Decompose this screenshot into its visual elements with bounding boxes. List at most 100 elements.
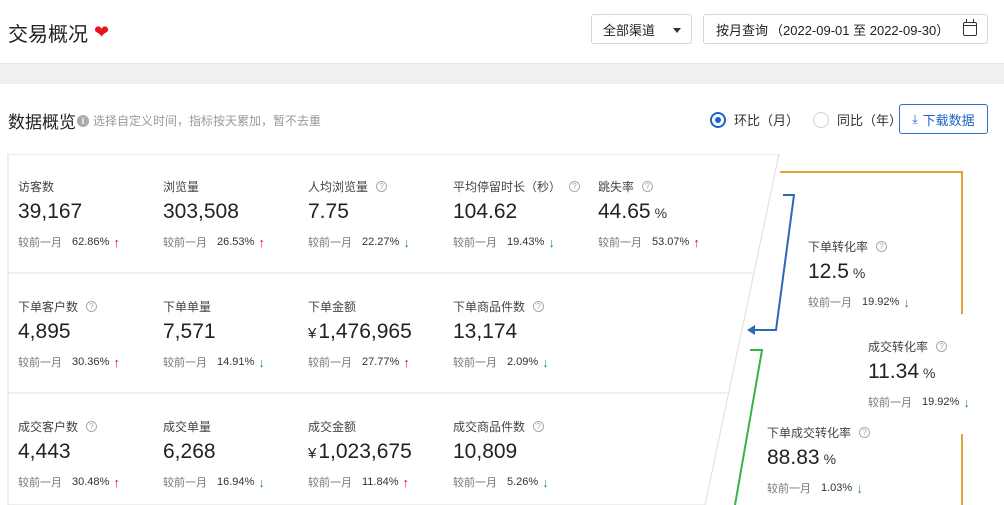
metric-label-text: 跳失率: [598, 179, 635, 194]
metric-label-text: 访客数: [18, 179, 55, 194]
compare-label: 较前一月: [308, 477, 352, 489]
metric-label: 下单单量: [163, 298, 303, 314]
metric-value-text: 88.83: [767, 446, 820, 469]
metric-value: 13,174: [453, 320, 593, 346]
metric-label: 下单转化率?: [808, 238, 938, 254]
metric-unit: %: [823, 451, 837, 467]
arrow-down-icon: ↓: [903, 294, 910, 310]
compare-label: 较前一月: [308, 237, 352, 249]
compare-label: 较前一月: [163, 477, 207, 489]
metric-label-text: 下单单量: [163, 299, 212, 314]
help-icon[interactable]: ?: [859, 426, 871, 438]
arrow-down-icon: ↓: [542, 474, 549, 490]
metric-card: 成交商品件数? 10,809 较前一月 5.26% ↓: [453, 418, 593, 490]
channel-select[interactable]: 全部渠道: [591, 14, 692, 44]
metric-label: 成交金额: [308, 418, 448, 434]
section-title: 数据概览: [8, 113, 76, 132]
metric-label-text: 下单成交转化率: [767, 425, 852, 440]
arrow-down-icon: ↓: [542, 354, 549, 370]
download-icon: ⤓: [912, 111, 918, 126]
compare-percent: 16.94%: [217, 476, 255, 488]
metric-value: 12.5%: [808, 260, 938, 286]
help-icon[interactable]: ?: [876, 240, 888, 252]
metric-card: 平均停留时长（秒）? 104.62 较前一月 19.43% ↓: [453, 178, 593, 250]
metric-label: 成交转化率?: [868, 338, 998, 354]
radio-yoy[interactable]: [813, 111, 830, 128]
compare-label: 较前一月: [18, 357, 62, 369]
compare-percent: 19.43%: [507, 236, 545, 248]
arrow-up-icon: ↑: [113, 474, 120, 490]
date-range-value: （2022-09-01 至 2022-09-30）: [770, 22, 950, 38]
help-icon[interactable]: ?: [533, 420, 545, 432]
metric-card: 下单商品件数? 13,174 较前一月 2.09% ↓: [453, 298, 593, 370]
metric-label: 成交单量: [163, 418, 303, 434]
metric-value-text: 4,443: [18, 440, 71, 463]
compare-label: 较前一月: [598, 237, 642, 249]
compare-percent: 62.86%: [72, 236, 110, 248]
compare-percent: 19.92%: [862, 296, 900, 308]
date-range-picker[interactable]: 按月查询 （2022-09-01 至 2022-09-30）: [703, 14, 988, 44]
help-icon[interactable]: ?: [642, 180, 654, 192]
arrow-down-icon: ↓: [963, 394, 970, 410]
metric-compare: 较前一月 1.03% ↓: [767, 480, 897, 496]
overview-panel: 数据概览 i 选择自定义时间，指标按天累加，暂不去重 环比（月） 同比（年） ⤓…: [0, 84, 1004, 505]
heart-icon[interactable]: ❤: [94, 22, 109, 43]
help-icon[interactable]: ?: [86, 420, 98, 432]
metric-value-text: 12.5: [808, 260, 849, 283]
metric-compare: 较前一月 62.86% ↑: [18, 234, 158, 250]
metric-value: ¥1,476,965: [308, 320, 448, 346]
metric-value: 11.34%: [868, 360, 998, 386]
metric-value-text: 44.65: [598, 200, 651, 223]
metric-value: 7.75: [308, 200, 448, 226]
compare-label: 较前一月: [767, 483, 811, 495]
compare-percent: 26.53%: [217, 236, 255, 248]
calendar-icon[interactable]: [963, 19, 977, 36]
metric-card: 成交单量 6,268 较前一月 16.94% ↓: [163, 418, 303, 490]
metric-value: 88.83%: [767, 446, 897, 472]
metric-label: 下单客户数?: [18, 298, 158, 314]
arrow-down-icon: ↓: [548, 234, 555, 250]
metric-value: 4,443: [18, 440, 158, 466]
compare-label: 较前一月: [453, 357, 497, 369]
info-icon: i: [77, 114, 89, 127]
metric-value: ¥1,023,675: [308, 440, 448, 466]
metric-compare: 较前一月 26.53% ↑: [163, 234, 303, 250]
arrow-down-icon: ↓: [856, 480, 863, 496]
overview-hint: i 选择自定义时间，指标按天累加，暂不去重: [77, 112, 321, 129]
compare-percent: 22.27%: [362, 236, 400, 248]
compare-label: 较前一月: [18, 237, 62, 249]
compare-percent: 1.03%: [821, 482, 853, 494]
arrow-down-icon: ↓: [403, 234, 410, 250]
metric-label: 下单商品件数?: [453, 298, 593, 314]
help-icon[interactable]: ?: [533, 300, 545, 312]
metric-label-text: 下单金额: [308, 299, 357, 314]
metric-label: 成交客户数?: [18, 418, 158, 434]
download-button[interactable]: ⤓ 下载数据: [899, 104, 988, 134]
arrow-up-icon: ↑: [258, 234, 265, 250]
metric-compare: 较前一月 30.36% ↑: [18, 354, 158, 370]
help-icon[interactable]: ?: [569, 180, 581, 192]
metric-value: 39,167: [18, 200, 158, 226]
currency-symbol: ¥: [308, 445, 317, 462]
help-icon[interactable]: ?: [376, 180, 388, 192]
metric-label-text: 成交单量: [163, 419, 212, 434]
compare-percent: 27.77%: [362, 356, 400, 368]
compare-label: 较前一月: [308, 357, 352, 369]
metric-value: 6,268: [163, 440, 303, 466]
radio-yoy-label[interactable]: 同比（年）: [837, 110, 902, 129]
radio-mom-label[interactable]: 环比（月）: [734, 110, 799, 129]
metric-label-text: 成交金额: [308, 419, 357, 434]
metric-card: 人均浏览量? 7.75 较前一月 22.27% ↓: [308, 178, 448, 250]
metric-label-text: 下单客户数: [18, 299, 79, 314]
metric-card: 下单金额 ¥1,476,965 较前一月 27.77% ↑: [308, 298, 448, 370]
metric-unit: %: [923, 365, 936, 381]
compare-label: 较前一月: [18, 477, 62, 489]
metric-label-text: 平均停留时长（秒）: [453, 179, 562, 194]
help-icon[interactable]: ?: [86, 300, 98, 312]
metric-label-text: 人均浏览量: [308, 179, 369, 194]
radio-mom[interactable]: [710, 111, 726, 128]
compare-mode-group: 环比（月） 同比（年）: [710, 110, 916, 129]
help-icon[interactable]: ?: [936, 340, 948, 352]
metric-card: 下单客户数? 4,895 较前一月 30.36% ↑: [18, 298, 158, 370]
compare-label: 较前一月: [453, 237, 497, 249]
